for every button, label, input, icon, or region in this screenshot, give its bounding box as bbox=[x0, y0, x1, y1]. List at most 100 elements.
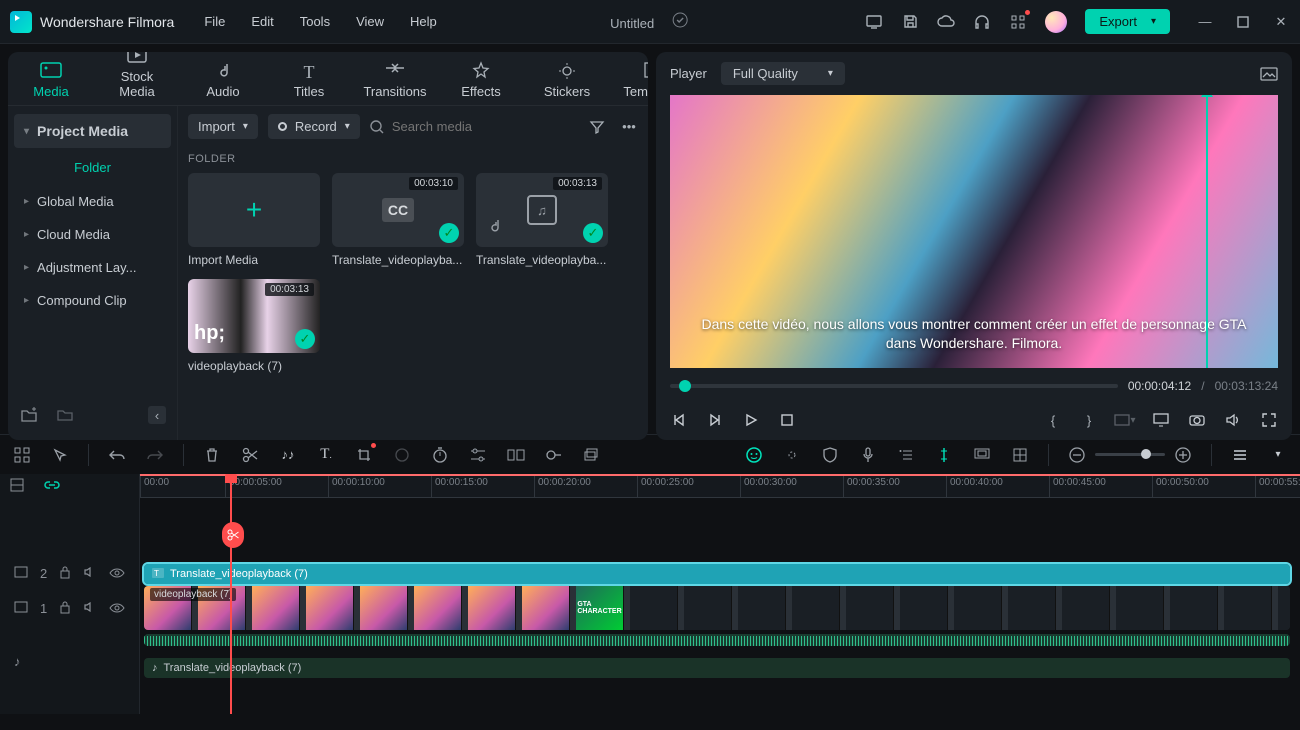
tab-transitions[interactable]: Transitions bbox=[360, 62, 430, 105]
card-audio[interactable]: 00:03:13 ♫ ✓ Translate_videoplayba... bbox=[476, 173, 608, 267]
cloud-icon[interactable] bbox=[937, 13, 955, 31]
volume-icon[interactable] bbox=[1224, 411, 1242, 429]
tag-icon[interactable] bbox=[506, 445, 526, 465]
menu-edit[interactable]: Edit bbox=[251, 14, 273, 29]
import-button[interactable]: Import▾ bbox=[188, 114, 258, 139]
new-folder-icon[interactable] bbox=[20, 406, 38, 424]
desktop-icon[interactable] bbox=[865, 13, 883, 31]
play-icon[interactable] bbox=[742, 411, 760, 429]
search-field[interactable] bbox=[370, 119, 578, 134]
ai-icon[interactable] bbox=[744, 445, 764, 465]
prev-frame-icon[interactable] bbox=[670, 411, 688, 429]
color-icon[interactable] bbox=[392, 445, 412, 465]
magic-cut-icon[interactable] bbox=[934, 445, 954, 465]
cut-marker[interactable] bbox=[222, 522, 244, 548]
camera-icon[interactable] bbox=[1188, 411, 1206, 429]
mic-icon[interactable] bbox=[858, 445, 878, 465]
sparkle-icon[interactable] bbox=[782, 445, 802, 465]
quality-select[interactable]: Full Quality▾ bbox=[721, 62, 845, 85]
scrub-bar[interactable] bbox=[670, 384, 1118, 388]
maximize-icon[interactable] bbox=[1234, 13, 1252, 31]
adjust-icon[interactable] bbox=[468, 445, 488, 465]
caption-clip[interactable]: T Translate_videoplayback (7) bbox=[144, 564, 1290, 584]
grid-icon[interactable] bbox=[1010, 445, 1030, 465]
scrub-handle[interactable] bbox=[679, 380, 691, 392]
menu-view[interactable]: View bbox=[356, 14, 384, 29]
minimize-icon[interactable]: — bbox=[1196, 13, 1214, 31]
close-icon[interactable]: ✕ bbox=[1272, 13, 1290, 31]
filter-icon[interactable] bbox=[588, 118, 606, 136]
zoom-in-icon[interactable] bbox=[1173, 445, 1193, 465]
redo-icon[interactable] bbox=[145, 445, 165, 465]
timer-icon[interactable] bbox=[430, 445, 450, 465]
scissors-icon[interactable] bbox=[240, 445, 260, 465]
sidebar-cloud-media[interactable]: ▸Cloud Media bbox=[14, 218, 171, 251]
card-import[interactable]: + Import Media bbox=[188, 173, 320, 267]
list-icon[interactable] bbox=[896, 445, 916, 465]
tracks-icon[interactable] bbox=[10, 478, 24, 495]
menu-tools[interactable]: Tools bbox=[300, 14, 330, 29]
menu-help[interactable]: Help bbox=[410, 14, 437, 29]
music-note-icon[interactable]: ♪♪ bbox=[278, 445, 298, 465]
zoom-out-icon[interactable] bbox=[1067, 445, 1087, 465]
lock-icon[interactable] bbox=[59, 565, 71, 582]
key-icon[interactable] bbox=[544, 445, 564, 465]
view-list-icon[interactable] bbox=[1230, 445, 1250, 465]
mark-in-icon[interactable]: { bbox=[1044, 411, 1062, 429]
eye-icon[interactable] bbox=[109, 601, 125, 616]
tab-effects[interactable]: Effects bbox=[446, 62, 516, 105]
modules-icon[interactable] bbox=[12, 445, 32, 465]
video-clip[interactable]: videoplayback (7) GTACHARACTER bbox=[144, 586, 1290, 630]
stop-icon[interactable] bbox=[778, 411, 796, 429]
more-icon[interactable]: ••• bbox=[620, 118, 638, 136]
lock-icon[interactable] bbox=[59, 600, 71, 617]
apps-icon[interactable] bbox=[1009, 13, 1027, 31]
eye-icon[interactable] bbox=[109, 566, 125, 581]
next-frame-icon[interactable] bbox=[706, 411, 724, 429]
tab-templates[interactable]: Templates bbox=[618, 62, 648, 105]
card-video[interactable]: 00:03:13 hp; ✓ videoplayback (7) bbox=[188, 279, 320, 373]
zoom-slider[interactable] bbox=[1095, 453, 1165, 456]
trash-icon[interactable] bbox=[202, 445, 222, 465]
undo-icon[interactable] bbox=[107, 445, 127, 465]
avatar[interactable] bbox=[1045, 11, 1067, 33]
text-icon[interactable]: T. bbox=[316, 445, 336, 465]
ruler[interactable]: 00:00 00:00:05:0000:00:10:0000:00:15:000… bbox=[140, 474, 1300, 498]
mute-icon[interactable] bbox=[83, 566, 97, 581]
tab-stickers[interactable]: Stickers bbox=[532, 62, 602, 105]
sidebar-compound[interactable]: ▸Compound Clip bbox=[14, 284, 171, 317]
snapshot-icon[interactable] bbox=[1260, 65, 1278, 83]
mute-icon[interactable] bbox=[83, 601, 97, 616]
audio-clip2[interactable]: ♪ Translate_videoplayback (7) bbox=[144, 658, 1290, 678]
tab-stock[interactable]: Stock Media bbox=[102, 52, 172, 105]
fullscreen-icon[interactable] bbox=[1260, 411, 1278, 429]
shield-icon[interactable] bbox=[820, 445, 840, 465]
sidebar-adjustment[interactable]: ▸Adjustment Lay... bbox=[14, 251, 171, 284]
headphones-icon[interactable] bbox=[973, 13, 991, 31]
cursor-icon[interactable] bbox=[50, 445, 70, 465]
crop-icon[interactable] bbox=[354, 445, 374, 465]
tab-titles[interactable]: TTitles bbox=[274, 62, 344, 105]
mark-out-icon[interactable]: } bbox=[1080, 411, 1098, 429]
export-button[interactable]: Export ▾ bbox=[1085, 9, 1170, 34]
sidebar-global-media[interactable]: ▸Global Media bbox=[14, 185, 171, 218]
view-menu-icon[interactable]: ▾ bbox=[1268, 445, 1288, 465]
folder-icon[interactable] bbox=[56, 406, 74, 424]
tab-media[interactable]: Media bbox=[16, 62, 86, 105]
timeline-body[interactable]: 00:00 00:00:05:0000:00:10:0000:00:15:000… bbox=[140, 474, 1300, 714]
stack-icon[interactable] bbox=[582, 445, 602, 465]
tab-audio[interactable]: Audio bbox=[188, 62, 258, 105]
save-icon[interactable] bbox=[901, 13, 919, 31]
card-caption[interactable]: 00:03:10 CC ✓ Translate_videoplayba... bbox=[332, 173, 464, 267]
audio-clip[interactable] bbox=[144, 634, 1290, 646]
collapse-sidebar-icon[interactable]: ‹ bbox=[148, 406, 166, 424]
search-input[interactable] bbox=[392, 119, 578, 134]
display-icon[interactable] bbox=[1152, 411, 1170, 429]
playhead[interactable] bbox=[230, 474, 232, 714]
monitor-icon[interactable] bbox=[972, 445, 992, 465]
sidebar-project-media[interactable]: ▾Project Media bbox=[14, 114, 171, 148]
record-button[interactable]: Record▾ bbox=[268, 114, 360, 139]
link-icon[interactable] bbox=[44, 478, 60, 495]
menu-file[interactable]: File bbox=[204, 14, 225, 29]
sidebar-folder[interactable]: Folder bbox=[14, 148, 171, 185]
